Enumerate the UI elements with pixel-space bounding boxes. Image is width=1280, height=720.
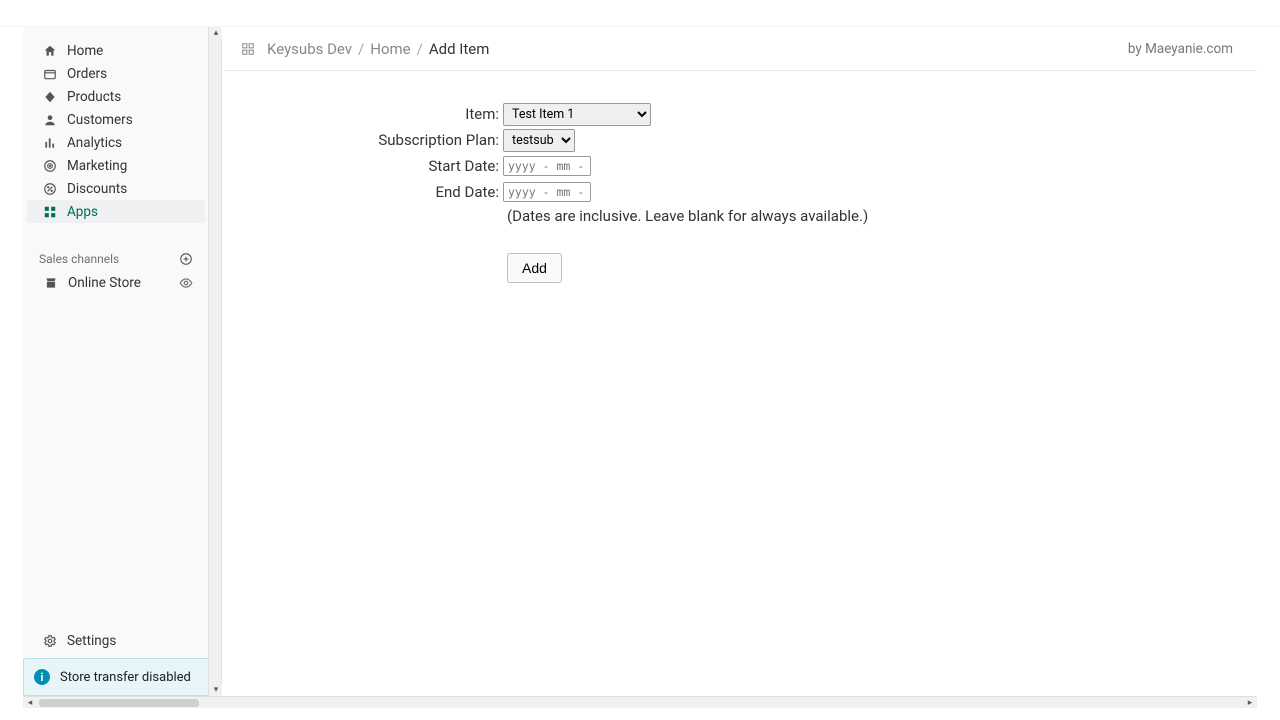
sidebar-item-marketing[interactable]: Marketing	[27, 154, 205, 177]
sidebar-item-label: Home	[59, 43, 103, 59]
sidebar-item-orders[interactable]: Orders	[27, 62, 205, 85]
plan-select[interactable]: testsub	[503, 129, 575, 152]
sidebar-item-label: Customers	[59, 112, 133, 128]
view-store-icon[interactable]	[179, 276, 193, 290]
date-help-text: (Dates are inclusive. Leave blank for al…	[247, 207, 1233, 225]
sidebar-item-label: Marketing	[59, 158, 127, 174]
gear-icon	[41, 634, 59, 648]
sidebar-item-label: Analytics	[59, 135, 122, 151]
discounts-icon	[41, 182, 59, 196]
analytics-icon	[41, 136, 59, 150]
main-header: Keysubs Dev / Home / Add Item by Maeyani…	[223, 27, 1257, 71]
add-channel-button[interactable]	[178, 251, 194, 267]
app-grid-icon	[241, 42, 255, 56]
orders-icon	[41, 67, 59, 81]
store-icon	[42, 276, 60, 290]
sidebar-item-settings[interactable]: Settings	[27, 629, 205, 652]
byline: by Maeyanie.com	[1128, 41, 1233, 57]
sidebar-item-apps[interactable]: Apps	[27, 200, 205, 223]
horizontal-scrollbar[interactable]: ◂ ▸	[23, 696, 1257, 708]
scroll-thumb[interactable]	[39, 699, 199, 707]
sidebar-item-label: Online Store	[60, 275, 141, 291]
apps-icon	[41, 205, 59, 219]
form: Item: Test Item 1 Subscription Plan: tes…	[223, 71, 1257, 315]
main-content: Keysubs Dev / Home / Add Item by Maeyani…	[223, 27, 1257, 696]
sidebar-container: ▴ ▾ Home Orders Products	[23, 27, 211, 696]
info-icon: i	[34, 669, 50, 685]
breadcrumb-sep: /	[358, 40, 364, 58]
add-button[interactable]: Add	[507, 253, 562, 283]
item-select[interactable]: Test Item 1	[503, 103, 651, 126]
section-label: Sales channels	[39, 252, 119, 266]
breadcrumb-sep: /	[417, 40, 423, 58]
sidebar-item-label: Orders	[59, 66, 107, 82]
sidebar-item-online-store[interactable]: Online Store	[28, 271, 205, 295]
plan-label: Subscription Plan:	[247, 131, 503, 149]
sidebar-item-products[interactable]: Products	[27, 85, 205, 108]
scroll-left-icon[interactable]: ◂	[23, 698, 37, 708]
sales-channels-header: Sales channels	[23, 245, 210, 271]
sidebar-item-analytics[interactable]: Analytics	[27, 131, 205, 154]
customers-icon	[41, 113, 59, 127]
end-date-input[interactable]	[503, 182, 591, 202]
sidebar-item-home[interactable]: Home	[27, 39, 205, 62]
start-date-input[interactable]	[503, 156, 591, 176]
sidebar: Home Orders Products Customers	[23, 27, 210, 696]
sidebar-item-discounts[interactable]: Discounts	[27, 177, 205, 200]
sidebar-scroll-up[interactable]: ▴	[210, 27, 222, 39]
store-transfer-notice: i Store transfer disabled	[23, 658, 210, 696]
breadcrumb-app[interactable]: Keysubs Dev	[267, 40, 352, 58]
breadcrumb-home[interactable]: Home	[370, 40, 410, 58]
marketing-icon	[41, 159, 59, 173]
notice-text: Store transfer disabled	[60, 670, 191, 685]
start-date-label: Start Date:	[247, 157, 503, 175]
sidebar-scroll-down[interactable]: ▾	[210, 684, 222, 696]
sidebar-item-label: Products	[59, 89, 121, 105]
sidebar-item-customers[interactable]: Customers	[27, 108, 205, 131]
sidebar-item-label: Settings	[59, 633, 116, 649]
scroll-right-icon[interactable]: ▸	[1243, 698, 1257, 708]
end-date-label: End Date:	[247, 183, 503, 201]
item-label: Item:	[247, 105, 503, 123]
top-bar	[0, 0, 1280, 27]
products-icon	[41, 90, 59, 104]
sidebar-item-label: Apps	[59, 204, 98, 220]
home-icon	[41, 44, 59, 58]
breadcrumb-current: Add Item	[429, 40, 490, 58]
sidebar-item-label: Discounts	[59, 181, 127, 197]
breadcrumb: Keysubs Dev / Home / Add Item	[241, 40, 489, 58]
